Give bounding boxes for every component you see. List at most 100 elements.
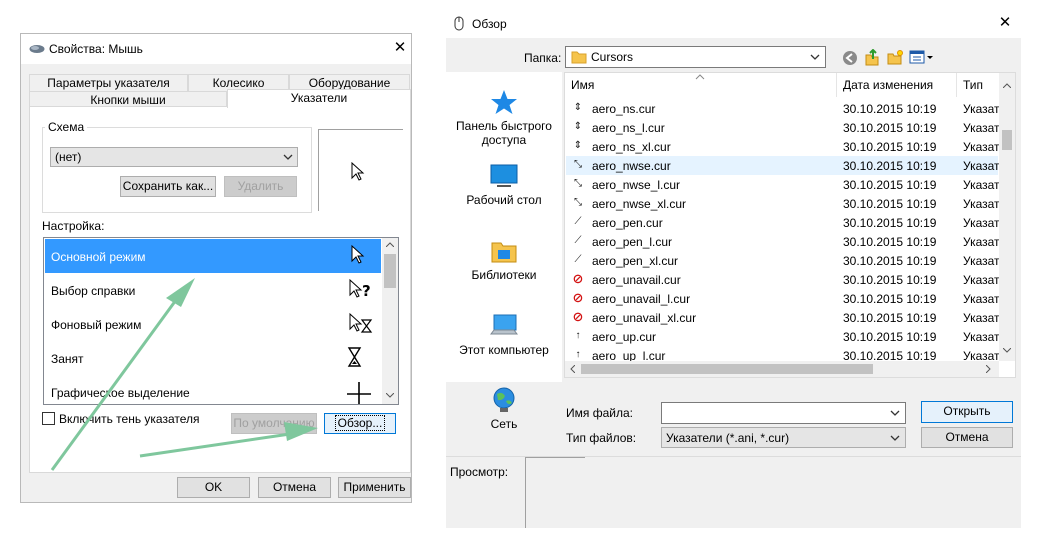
table-row[interactable]: ⟋ aero_pen_xl.cur 30.10.2015 10:19 Указат (566, 251, 1000, 270)
unavail-cursor-icon: ⊘ (572, 271, 584, 286)
mouse-properties-dialog: Свойства: Мышь ✕ Параметры указателя Кол… (20, 33, 412, 503)
place-network[interactable]: Сеть (446, 386, 562, 431)
scroll-left-icon[interactable] (570, 365, 575, 373)
table-row[interactable]: ⇕ aero_ns_xl.cur 30.10.2015 10:19 Указат (566, 137, 999, 156)
delete-scheme-button[interactable]: Удалить (224, 176, 297, 197)
table-row[interactable]: ↑ aero_up.cur 30.10.2015 10:19 Указат (566, 327, 1000, 346)
table-row[interactable]: ⤡ aero_nwse_xl.cur 30.10.2015 10:19 Указат (566, 194, 999, 213)
column-header-name[interactable]: Имя (565, 73, 837, 97)
file-list-hscrollbar[interactable] (565, 361, 999, 377)
column-name-label: Имя (571, 78, 595, 92)
save-as-label: Сохранить как... (122, 179, 214, 193)
file-name: aero_pen_l.cur (592, 235, 673, 249)
scroll-up-icon[interactable] (386, 242, 394, 247)
table-row[interactable]: ⇕ aero_ns.cur 30.10.2015 10:19 Указат (566, 99, 999, 118)
ns-cursor-icon: ⇕ (573, 102, 583, 113)
table-row[interactable]: ⤡ aero_nwse_l.cur 30.10.2015 10:19 Указат (566, 175, 999, 194)
cancel-button[interactable]: Отмена (258, 477, 331, 498)
view-menu-icon[interactable] (909, 49, 935, 65)
back-icon[interactable] (842, 50, 858, 66)
svg-text:?: ? (362, 282, 371, 300)
shadow-checkbox[interactable] (42, 412, 55, 425)
browse-button[interactable]: Обзор... (324, 413, 396, 434)
file-date: 30.10.2015 10:19 (843, 273, 937, 287)
cursor-list-scrollbar[interactable] (382, 238, 398, 404)
filename-input[interactable] (661, 402, 906, 424)
cursor-item-label: Фоновый режим (51, 318, 142, 332)
file-date: 30.10.2015 10:19 (843, 254, 937, 268)
column-header-type[interactable]: Тип (957, 73, 999, 97)
scheme-groupbox (42, 127, 312, 213)
browse-dialog: Обзор ✕ Папка: Cursors Панель быстрого д… (446, 8, 1021, 528)
place-this-pc[interactable]: Этот компьютер (446, 312, 562, 357)
chevron-down-icon (890, 435, 900, 441)
ok-button[interactable]: OK (177, 477, 250, 498)
table-row[interactable]: ⊘ aero_unavail.cur 30.10.2015 10:19 Указат (566, 270, 999, 289)
close-icon[interactable]: ✕ (996, 14, 1014, 32)
scrollbar-thumb[interactable] (1002, 130, 1012, 150)
scroll-down-icon[interactable] (386, 393, 394, 398)
list-item[interactable]: Графическое выделение (45, 375, 381, 404)
table-row[interactable]: ⟋ aero_pen_l.cur 30.10.2015 10:19 Указат (566, 232, 1000, 251)
unavail-cursor-icon: ⊘ (572, 309, 584, 324)
pointers-tab-panel: Схема (нет) Сохранить как... Удалить Нас… (29, 106, 411, 473)
place-quick-access[interactable]: Панель быстрого доступа (446, 88, 562, 147)
file-name: aero_pen.cur (592, 216, 663, 230)
up-folder-icon[interactable] (864, 49, 880, 67)
file-name: aero_ns.cur (592, 102, 656, 116)
chevron-down-icon (810, 54, 820, 60)
file-type: Указат (963, 178, 999, 192)
cursor-item-label: Графическое выделение (51, 386, 190, 400)
list-item[interactable]: Основной режим (45, 239, 381, 273)
scroll-up-icon[interactable] (1003, 83, 1011, 88)
delete-label: Удалить (237, 179, 284, 193)
file-type: Указат (963, 216, 999, 230)
up-cursor-icon: ↑ (575, 349, 581, 360)
filetype-select[interactable]: Указатели (*.ani, *.cur) (661, 427, 906, 448)
hourglass-cursor-icon (347, 347, 362, 367)
place-label: Сеть (490, 417, 518, 431)
use-default-button[interactable]: По умолчанию (231, 413, 317, 434)
list-item[interactable]: Занят (45, 341, 381, 375)
browse-cancel-button[interactable]: Отмена (921, 427, 1013, 448)
tab-pointers[interactable]: Указатели (227, 89, 411, 108)
open-button[interactable]: Открыть (921, 401, 1013, 423)
place-libraries[interactable]: Библиотеки (446, 237, 562, 282)
table-row[interactable]: ⤡ aero_nwse.cur 30.10.2015 10:19 Указат (566, 156, 999, 175)
table-row[interactable]: ⇕ aero_ns_l.cur 30.10.2015 10:19 Указат (566, 118, 999, 137)
close-icon[interactable]: ✕ (391, 39, 409, 57)
browse-label: Обзор... (334, 415, 386, 431)
file-list-vscrollbar[interactable] (999, 73, 1015, 361)
new-folder-icon[interactable] (887, 50, 903, 66)
use-default-label: По умолчанию (233, 416, 315, 430)
apply-button[interactable]: Применить (338, 477, 411, 498)
scrollbar-thumb[interactable] (384, 254, 396, 288)
file-name: aero_unavail.cur (592, 273, 681, 287)
list-item[interactable]: Выбор справки ? (45, 273, 381, 307)
tab-buttons[interactable]: Кнопки мыши (29, 91, 227, 107)
table-row[interactable]: ⊘ aero_unavail_l.cur 30.10.2015 10:19 Указа… (566, 289, 999, 308)
save-scheme-as-button[interactable]: Сохранить как... (120, 176, 216, 197)
file-list[interactable]: Имя Дата изменения Тип ⇕ aero_ns.cur 30.10… (564, 72, 1016, 378)
file-rows: ⇕ aero_ns.cur 30.10.2015 10:19 Указат ⇕ aero_… (565, 99, 999, 369)
scheme-select[interactable]: (нет) (50, 147, 298, 167)
table-row[interactable]: ⟋ aero_pen.cur 30.10.2015 10:19 Указат (566, 213, 1000, 232)
preview-label: Просмотр: (450, 465, 509, 479)
tab-pointer-options[interactable]: Параметры указателя (29, 74, 188, 92)
ok-label: OK (204, 480, 223, 494)
list-item[interactable]: Фоновый режим (45, 307, 381, 341)
customize-label: Настройка: (42, 219, 105, 233)
cursor-list[interactable]: Основной режим Выбор справки ? Фоновый р… (43, 237, 399, 405)
place-label: Библиотеки (471, 268, 537, 282)
folder-select[interactable]: Cursors (565, 46, 826, 68)
file-name: aero_ns_l.cur (592, 121, 665, 135)
table-row[interactable]: ⊘ aero_unavail_xl.cur 30.10.2015 10:19 Указ… (566, 308, 999, 327)
scroll-right-icon[interactable] (986, 365, 991, 373)
scroll-down-icon[interactable] (1003, 348, 1011, 353)
place-desktop[interactable]: Рабочий стол (446, 162, 562, 207)
file-type: Указат (963, 140, 999, 154)
nwse-cursor-icon: ⤡ (574, 197, 582, 208)
column-header-date[interactable]: Дата изменения (837, 73, 957, 97)
unavail-cursor-icon: ⊘ (572, 290, 584, 305)
scrollbar-thumb[interactable] (581, 364, 873, 374)
